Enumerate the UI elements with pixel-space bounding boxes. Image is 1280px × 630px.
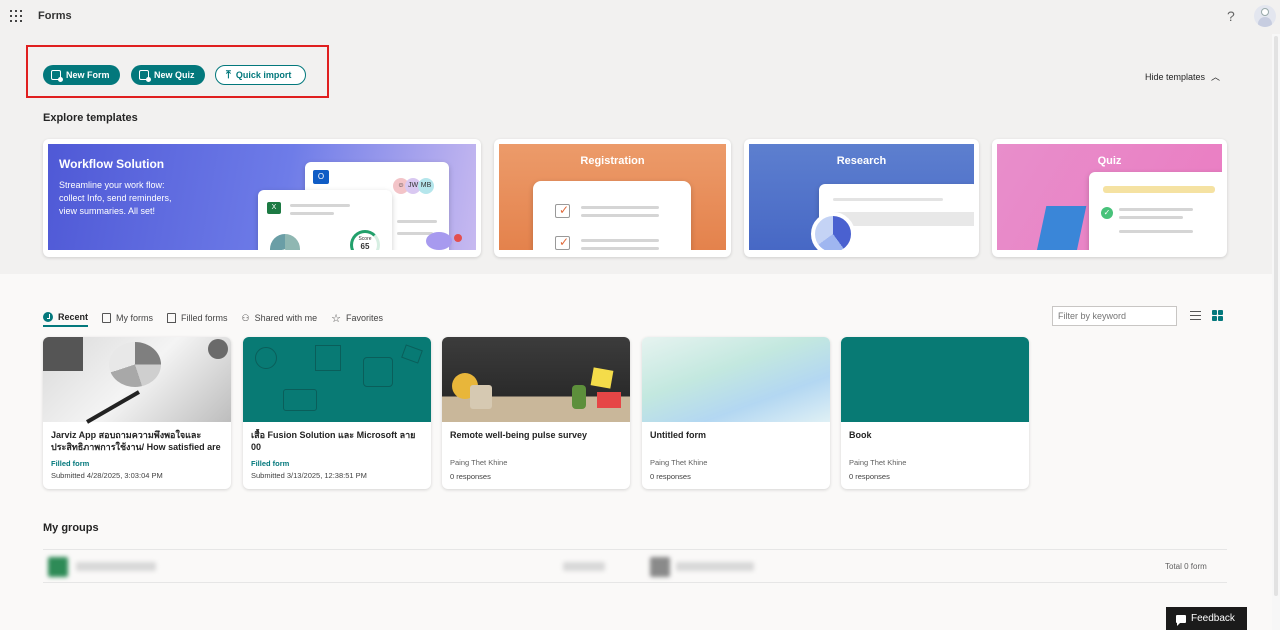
group-avatar [650, 557, 670, 577]
hide-templates-button[interactable]: Hide templates ︿ [1145, 70, 1220, 83]
groups-heading: My groups [43, 522, 99, 534]
avatar[interactable] [1254, 5, 1276, 27]
clock-icon [43, 312, 53, 322]
quiz-banner: Quiz ✓ × [997, 144, 1222, 250]
star-icon: ☆ [331, 312, 342, 325]
pie-chart-icon [270, 234, 300, 250]
app-bar: Forms ? [0, 0, 1280, 34]
workflow-banner: Workflow Solution Streamline your work f… [48, 144, 476, 250]
card-thumbnail [243, 337, 431, 422]
feedback-icon [1176, 614, 1186, 626]
registration-banner: Registration ✓ ✓ [499, 144, 726, 250]
scrollbar[interactable] [1272, 34, 1280, 630]
grid-view-icon[interactable] [1212, 310, 1223, 321]
excel-icon: X [267, 202, 281, 214]
form-card[interactable]: Book Paing Thet Khine 0 responses [841, 337, 1029, 489]
form-card[interactable]: เสื้อ Fusion Solution และ Microsoft ลาย … [243, 337, 431, 489]
help-icon[interactable]: ? [1227, 8, 1235, 24]
card-thumbnail [841, 337, 1029, 422]
form-preview-front: X Score 65 [258, 190, 392, 250]
chevron-up-icon: ︿ [1211, 72, 1221, 82]
new-form-icon [51, 70, 63, 82]
group-avatar [48, 557, 68, 577]
group-total: Total 0 form [1165, 562, 1207, 571]
tab-recent[interactable]: Recent [43, 309, 89, 327]
app-title[interactable]: Forms [38, 10, 72, 22]
people-icon: ⚇ [241, 312, 250, 323]
template-registration[interactable]: Registration ✓ ✓ [494, 139, 731, 257]
document-icon [102, 313, 112, 323]
tab-filled-forms[interactable]: Filled forms [167, 309, 228, 327]
app-launcher-icon[interactable] [10, 10, 22, 22]
quiz-shape [1035, 206, 1087, 250]
list-view-icon[interactable] [1190, 311, 1201, 320]
research-banner: Research [749, 144, 974, 250]
form-preview: ✓ ✓ [533, 181, 691, 250]
card-thumbnail [43, 337, 231, 424]
quick-import-button[interactable]: ⤒ Quick import [215, 65, 306, 85]
card-thumbnail [642, 337, 830, 422]
upload-icon: ⤒ [226, 68, 231, 81]
form-card[interactable]: Jarviz App สอบถามความพึงพอใจและประสิทธิภ… [43, 337, 231, 489]
pin-icon [454, 234, 462, 242]
checkbox-icon: ✓ [555, 235, 570, 250]
pie-chart-icon [811, 212, 855, 250]
cloud-decoration [426, 232, 452, 250]
template-research[interactable]: Research [744, 139, 979, 257]
template-workflow[interactable]: Workflow Solution Streamline your work f… [43, 139, 481, 257]
outlook-icon: O [313, 170, 329, 184]
form-tabs: Recent My forms Filled forms ⚇ Shared wit… [43, 309, 383, 327]
new-quiz-button[interactable]: New Quiz [131, 65, 205, 85]
template-quiz[interactable]: Quiz ✓ × [992, 139, 1227, 257]
tab-favorites[interactable]: ☆ Favorites [331, 309, 383, 327]
groups-list [43, 549, 1227, 583]
form-card[interactable]: Remote well-being pulse survey Paing The… [442, 337, 630, 489]
form-card[interactable]: Untitled form Paing Thet Khine 0 respons… [642, 337, 830, 489]
templates-heading: Explore templates [43, 112, 138, 124]
tab-shared-with-me[interactable]: ⚇ Shared with me [242, 309, 318, 327]
filter-input[interactable] [1052, 306, 1177, 326]
card-thumbnail [442, 337, 630, 422]
checkbox-icon: ✓ [555, 203, 570, 218]
form-preview: ✓ × [1089, 172, 1222, 250]
score-ring: Score 65 [350, 230, 380, 250]
new-form-button[interactable]: New Form [43, 65, 120, 85]
feedback-button[interactable]: Feedback [1166, 607, 1247, 630]
tab-my-forms[interactable]: My forms [102, 309, 153, 327]
correct-icon: ✓ [1101, 207, 1113, 219]
bookmark-icon [167, 313, 177, 323]
new-quiz-icon [139, 70, 151, 82]
